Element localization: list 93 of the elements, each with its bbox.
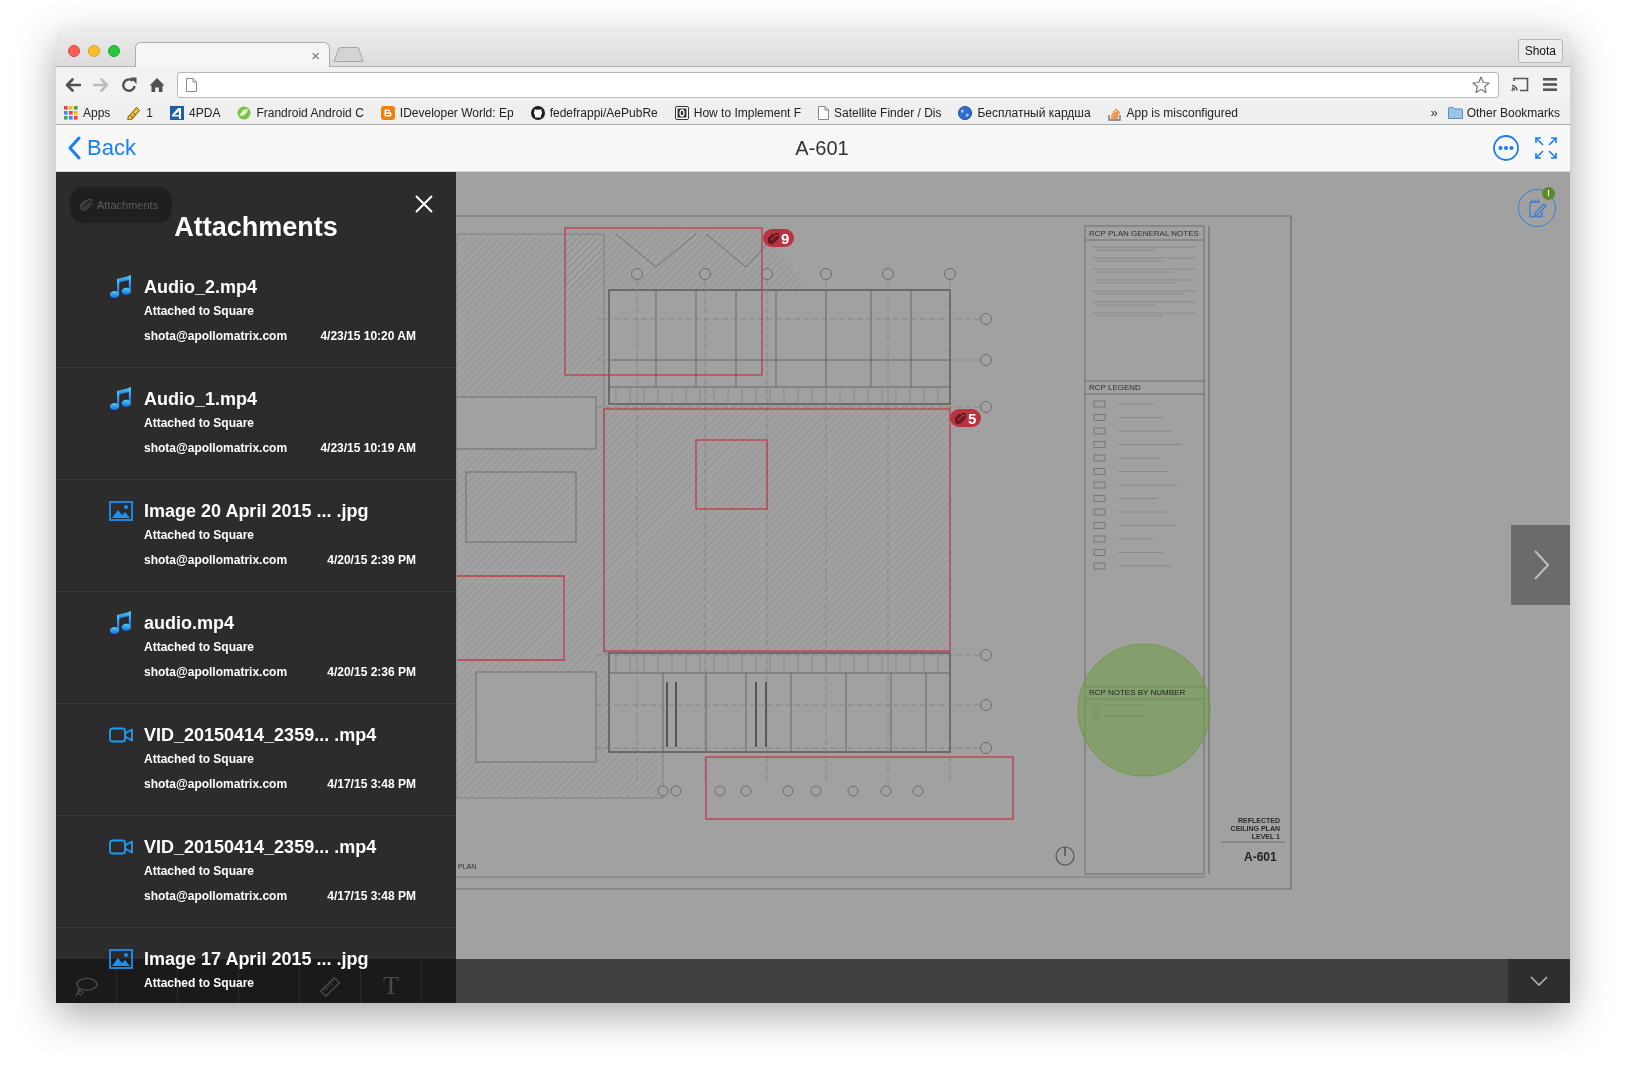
bookmark-link[interactable]: fedefrappi/AePubRe <box>530 104 658 122</box>
folder-icon <box>1447 107 1463 119</box>
bookmark-link[interactable]: Satellite Finder / Dis <box>818 104 942 122</box>
music-note-icon <box>109 387 133 411</box>
attachment-name[interactable]: Image 17 April 2015 ... .jpg <box>144 947 369 971</box>
toolbar-toggle-button[interactable] <box>1508 959 1570 1003</box>
bookmark-link[interactable]: 1 <box>127 104 154 122</box>
logo-tile-icon <box>170 106 185 120</box>
apps-grid-icon <box>64 106 78 120</box>
attachment-author: shota@apollomatrix.com <box>144 328 288 344</box>
attachment-author: shota@apollomatrix.com <box>144 664 288 680</box>
panel-title: Attachments <box>174 214 338 241</box>
attachment-name[interactable]: VID_20150414_2359... .mp4 <box>144 835 377 859</box>
attachment-author: shota@apollomatrix.com <box>144 776 288 792</box>
bookmark-link[interactable]: App is misconfigured <box>1107 104 1238 122</box>
ruler-icon[interactable] <box>320 977 340 997</box>
paperclip-icon <box>768 231 779 245</box>
attachment-author: shota@apollomatrix.com <box>144 888 288 904</box>
attachment-target: Attached to Square <box>144 303 254 319</box>
chevron-down-icon <box>1530 976 1548 986</box>
new-tab-button[interactable] <box>333 47 364 62</box>
attachment-author: shota@apollomatrix.com <box>144 552 288 568</box>
more-bookmarks-button[interactable]: » <box>1430 103 1438 123</box>
attachment-target: Attached to Square <box>144 751 254 767</box>
other-bookmarks-link[interactable]: Other Bookmarks <box>1447 104 1560 122</box>
close-tab-button[interactable]: × <box>311 47 320 63</box>
notes-by-number-heading: RCP NOTES BY NUMBER <box>1089 688 1186 697</box>
music-note-icon <box>109 275 133 299</box>
globe-icon <box>958 106 973 120</box>
attachment-target: Attached to Square <box>144 975 254 991</box>
music-note-icon <box>109 611 133 635</box>
pencil-icon <box>127 106 142 120</box>
bookmark-link[interactable]: 4PDA <box>170 104 221 122</box>
markup-badge[interactable]: 9 <box>763 229 795 247</box>
window-minimize-button[interactable] <box>88 45 100 57</box>
attachment-target: Attached to Square <box>144 527 254 543</box>
address-field[interactable] <box>177 71 1499 98</box>
sheet-title: A-601 <box>795 136 849 161</box>
attachment-name[interactable]: Audio_2.mp4 <box>144 275 258 299</box>
more-options-icon[interactable] <box>1493 135 1519 161</box>
bookmark-link[interactable]: Apps <box>64 104 111 122</box>
attachment-target: Attached to Square <box>144 415 254 431</box>
bookmark-link[interactable]: Frandroid Android C <box>237 104 364 122</box>
profile-button[interactable]: Shota <box>1517 39 1563 63</box>
browser-tab[interactable]: × <box>135 42 330 67</box>
attachment-date: 4/23/15 10:20 AM <box>320 328 416 344</box>
legend-heading: RCP LEGEND <box>1089 383 1141 392</box>
menu-icon[interactable] <box>1543 78 1557 91</box>
attachment-date: 4/20/15 2:36 PM <box>327 664 416 680</box>
bookmark-link[interactable]: IDeveloper World: Ep <box>380 104 514 122</box>
back-arrow-icon[interactable] <box>65 77 81 92</box>
close-icon[interactable] <box>415 195 433 213</box>
attachment-name[interactable]: VID_20150414_2359... .mp4 <box>144 723 377 747</box>
alert-badge: ! <box>1542 187 1555 200</box>
attachment-target: Attached to Square <box>144 639 254 655</box>
blog-logo-icon <box>380 106 395 120</box>
bookmark-link[interactable]: Бесплатный кардша <box>958 104 1091 122</box>
star-icon[interactable] <box>1472 75 1490 94</box>
image-icon <box>109 949 133 969</box>
attachment-date: 4/17/15 3:48 PM <box>327 776 416 792</box>
reload-icon[interactable] <box>121 76 137 93</box>
markup-badge[interactable]: 5 <box>950 409 982 427</box>
sheet-number: A-601 <box>1244 851 1277 864</box>
back-chevron-icon <box>67 136 81 160</box>
cast-icon[interactable] <box>1511 77 1529 92</box>
page-icon <box>186 77 197 92</box>
bookmark-link[interactable]: How to Implement F <box>674 104 802 122</box>
attachment-target: Attached to Square <box>144 863 254 879</box>
attachment-date: 4/23/15 10:19 AM <box>320 440 416 456</box>
window-zoom-button[interactable] <box>108 45 120 57</box>
chevron-right-icon <box>1532 550 1549 580</box>
attachment-name[interactable]: Image 20 April 2015 ... .jpg <box>144 499 369 523</box>
paperclip-icon <box>955 411 966 425</box>
lasso-icon[interactable] <box>73 977 99 997</box>
notes-heading: RCP PLAN GENERAL NOTES <box>1089 229 1199 238</box>
attachment-author: shota@apollomatrix.com <box>144 440 288 456</box>
cat-silhouette-icon <box>530 106 545 120</box>
attachment-name[interactable]: Audio_1.mp4 <box>144 387 258 411</box>
video-camera-icon <box>109 727 133 743</box>
page-icon <box>818 106 830 120</box>
fullscreen-icon[interactable] <box>1535 137 1557 159</box>
window-close-button[interactable] <box>68 45 80 57</box>
attachment-date: 4/20/15 2:39 PM <box>327 552 416 568</box>
attachment-name[interactable]: audio.mp4 <box>144 611 234 635</box>
back-button[interactable]: Back <box>67 136 136 160</box>
home-icon[interactable] <box>149 76 165 93</box>
image-icon <box>109 501 133 521</box>
leaf-circle-icon <box>237 106 252 120</box>
boxed-ring-icon <box>674 106 689 120</box>
paperclip-icon <box>80 198 92 212</box>
notepad-pencil-icon <box>1527 198 1547 218</box>
attachment-date: 4/17/15 3:48 PM <box>327 888 416 904</box>
video-camera-icon <box>109 839 133 855</box>
